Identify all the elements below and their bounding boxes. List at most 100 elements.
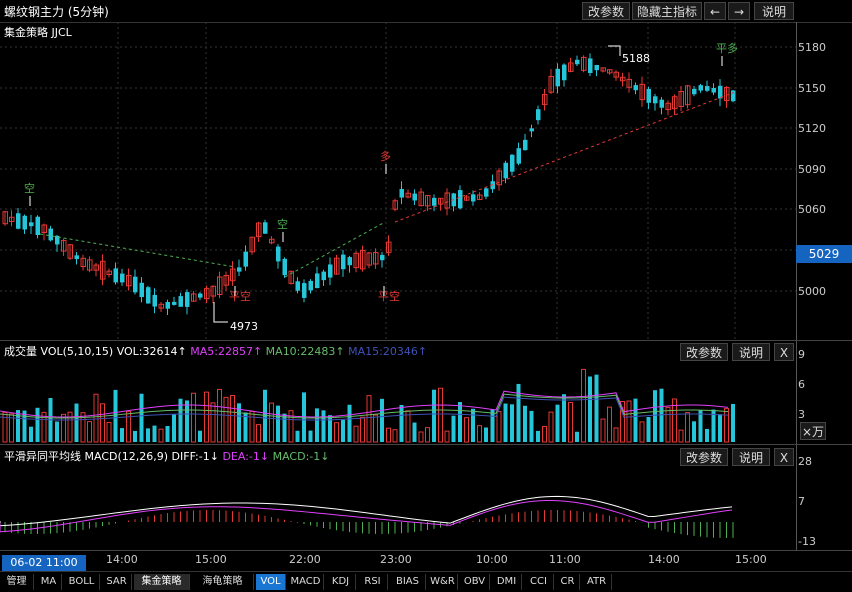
volume-bar xyxy=(133,430,137,442)
tab-ma[interactable]: MA xyxy=(36,574,62,590)
tab-dmi[interactable]: DMI xyxy=(492,574,522,590)
volume-tick: 9 xyxy=(798,348,805,361)
volume-bar xyxy=(665,406,671,443)
signal-label: 空 xyxy=(24,181,35,195)
volume-bar xyxy=(139,393,144,442)
candle-body xyxy=(562,64,567,81)
volume-bar xyxy=(653,390,657,442)
volume-bar xyxy=(198,430,202,442)
candlestick-chart[interactable]: 空平空 空 多平空 平多 5188 4973 xyxy=(0,22,796,340)
volume-chart[interactable] xyxy=(0,341,796,444)
candle-body xyxy=(341,254,346,270)
candle-body xyxy=(282,258,287,276)
candle-body xyxy=(575,59,580,65)
tab-boll[interactable]: BOLL xyxy=(64,574,100,590)
volume-bar xyxy=(399,404,404,442)
volume-bar xyxy=(185,400,189,442)
hide-main-indicator-button[interactable]: 隐藏主指标 xyxy=(632,2,702,20)
tab-atr[interactable]: ATR xyxy=(582,574,612,590)
divider xyxy=(0,550,852,551)
candle-body xyxy=(646,89,651,103)
tab-cr[interactable]: CR xyxy=(556,574,580,590)
indicator-tabs: 管理 MA BOLL SAR 集金策略 海龟策略 VOL MACD KDJ RS… xyxy=(0,571,852,592)
volume-bar xyxy=(432,389,436,442)
candle-body xyxy=(633,85,638,91)
volume-bar xyxy=(282,413,287,442)
volume-bar xyxy=(126,410,131,443)
volume-bar xyxy=(613,427,619,443)
candle-body xyxy=(484,188,489,197)
candle-body xyxy=(523,139,528,151)
candle-body xyxy=(458,190,463,209)
candle-body xyxy=(594,65,599,71)
volume-bar xyxy=(321,410,326,442)
volume-bar xyxy=(315,408,319,442)
volume-bar xyxy=(575,431,579,442)
current-time-badge: 06-02 11:00 xyxy=(2,555,86,571)
volume-bar xyxy=(22,410,27,442)
volume-bars xyxy=(2,368,735,443)
volume-bar xyxy=(55,421,59,442)
volume-bar xyxy=(74,403,79,442)
arrow-right-icon[interactable]: → xyxy=(728,2,750,20)
volume-bar xyxy=(341,419,345,442)
volume-bar xyxy=(386,427,391,443)
chart-title: 螺纹钢主力 (5分钟) xyxy=(4,5,109,19)
time-tick: 22:00 xyxy=(289,553,321,566)
candle-body xyxy=(711,88,716,93)
volume-bar xyxy=(444,430,450,443)
volume-tick: 6 xyxy=(798,378,805,391)
candle-body xyxy=(412,193,417,201)
tab-sar[interactable]: SAR xyxy=(102,574,132,590)
time-tick: 15:00 xyxy=(195,553,227,566)
candle-body xyxy=(146,287,151,304)
volume-bar xyxy=(464,417,469,443)
signal-trend-lines xyxy=(39,91,736,278)
volume-bar xyxy=(412,422,417,442)
candle-body xyxy=(237,267,242,272)
candle-body xyxy=(133,276,138,293)
tab-bias[interactable]: BIAS xyxy=(390,574,426,590)
time-tick: 11:00 xyxy=(549,553,581,566)
volume-bar xyxy=(633,398,638,442)
candle-body xyxy=(380,254,385,261)
macd-chart[interactable] xyxy=(0,445,796,550)
price-tick: 5000 xyxy=(798,285,826,298)
tab-rsi[interactable]: RSI xyxy=(358,574,388,590)
tab-wr[interactable]: W&R xyxy=(428,574,458,590)
buy-trend-line xyxy=(394,91,736,223)
candle-body xyxy=(295,281,300,291)
candle-body xyxy=(510,154,515,172)
tab-jjcl[interactable]: 集金策略 xyxy=(134,574,190,590)
volume-bar xyxy=(93,393,99,443)
arrow-left-icon[interactable]: ← xyxy=(704,2,726,20)
volume-bar xyxy=(347,404,352,442)
volume-unit-button[interactable]: ×万 xyxy=(800,422,826,440)
help-button[interactable]: 说明 xyxy=(754,2,794,20)
tab-obv[interactable]: OBV xyxy=(460,574,490,590)
volume-bar xyxy=(217,388,222,443)
volume-bar xyxy=(536,430,540,442)
low-leader-line xyxy=(213,302,228,323)
top-toolbar: 螺纹钢主力 (5分钟) 改参数 隐藏主指标 ← → 说明 xyxy=(0,0,852,23)
candle-body xyxy=(588,58,593,73)
candle-body xyxy=(178,296,183,307)
volume-bar xyxy=(295,430,300,442)
high-leader-line xyxy=(608,45,621,56)
volume-bar xyxy=(210,402,216,443)
candle-body xyxy=(198,293,203,298)
volume-bar xyxy=(360,416,365,443)
volume-bar xyxy=(152,425,157,442)
volume-bar xyxy=(191,392,196,443)
candle-body xyxy=(29,222,34,227)
tab-cci[interactable]: CCI xyxy=(524,574,554,590)
volume-bar xyxy=(334,422,339,443)
candle-body xyxy=(328,264,333,278)
tab-macd[interactable]: MACD xyxy=(288,574,324,590)
volume-bar xyxy=(249,410,255,443)
tab-manage[interactable]: 管理 xyxy=(0,574,34,590)
change-params-button[interactable]: 改参数 xyxy=(582,2,630,20)
tab-kdj[interactable]: KDJ xyxy=(326,574,356,590)
tab-turtle[interactable]: 海龟策略 xyxy=(192,574,254,590)
tab-vol[interactable]: VOL xyxy=(256,574,286,590)
